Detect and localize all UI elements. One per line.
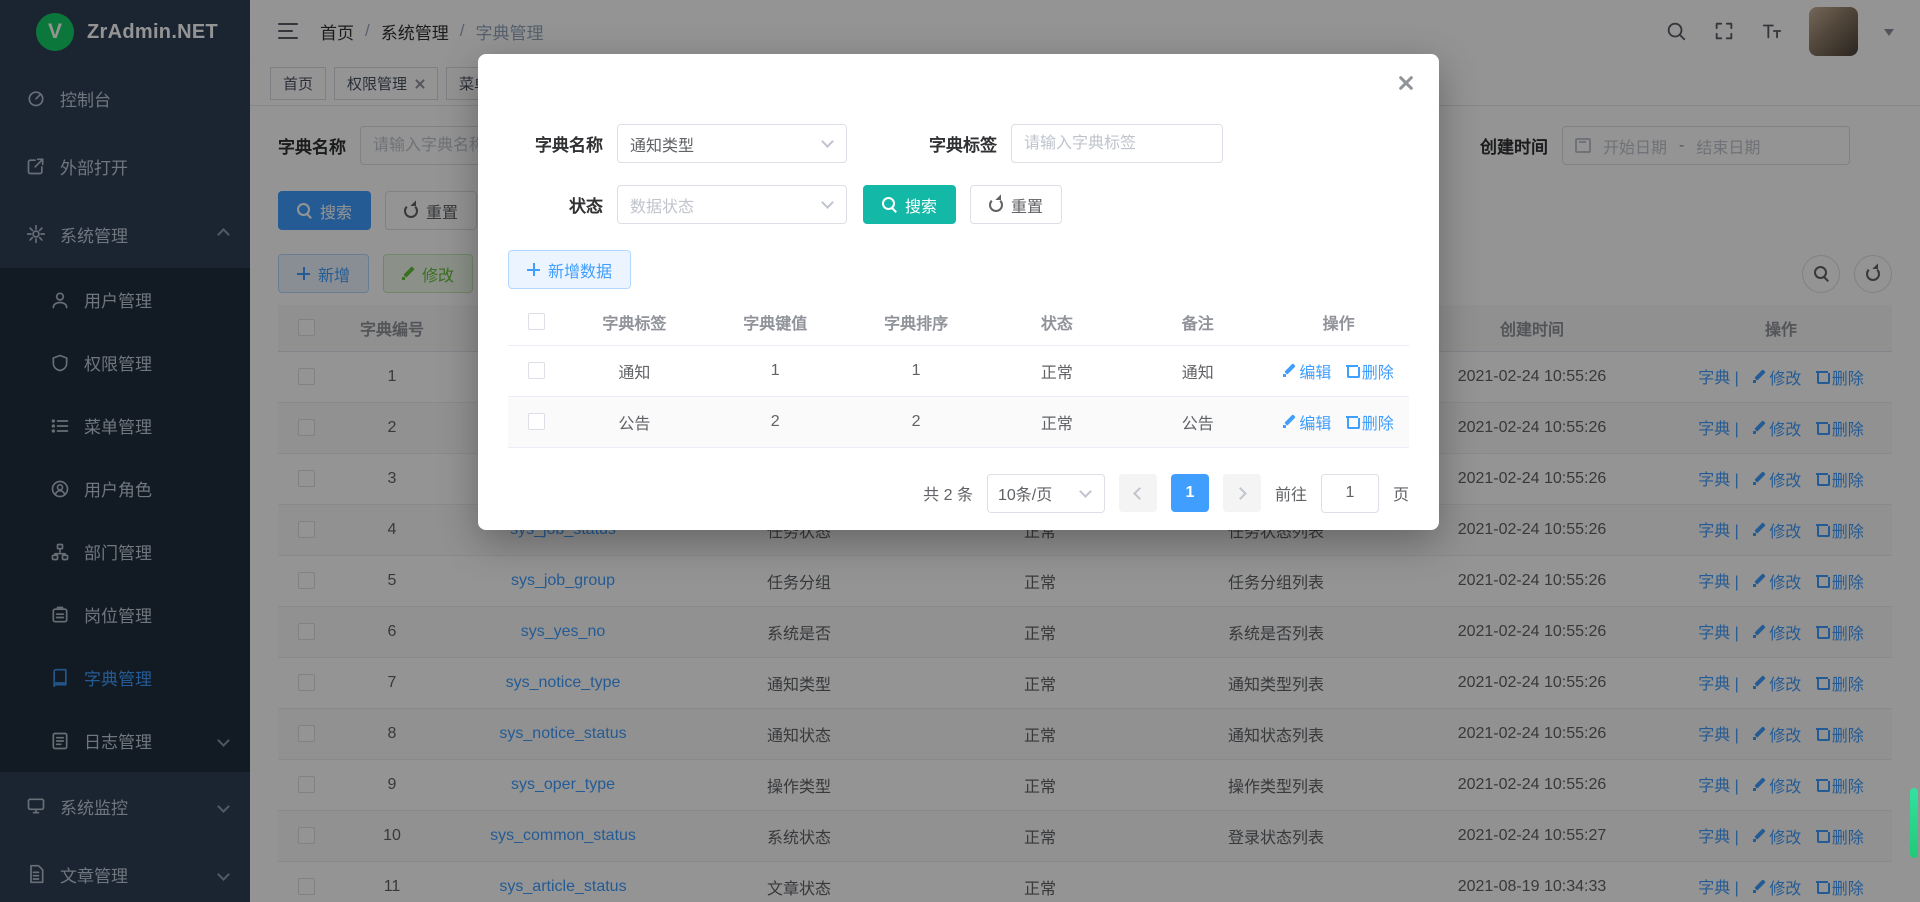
header-status: 状态 — [986, 299, 1127, 345]
goto-label: 前往 — [1275, 481, 1307, 505]
modal-form-buttons: 搜索 重置 — [863, 185, 1062, 224]
trash-icon — [1346, 415, 1358, 428]
page-size-value: 10条/页 — [998, 481, 1052, 505]
select-all-header — [508, 299, 564, 345]
edit-link[interactable]: 编辑 — [1283, 359, 1331, 383]
edit-icon — [1283, 364, 1295, 377]
dict-label-input[interactable] — [1011, 124, 1223, 163]
page-size-select[interactable]: 10条/页 — [987, 474, 1105, 513]
modal-form-row-2: 状态 数据状态 搜索 重置 — [508, 185, 1409, 224]
edit-icon — [1283, 415, 1295, 428]
page-1-button[interactable]: 1 — [1171, 474, 1209, 512]
dict-name-select[interactable]: 通知类型 — [617, 124, 847, 163]
modal-table-row: 公告 2 2 正常 公告 编辑 删除 — [508, 396, 1409, 447]
cell-actions: 编辑 删除 — [1268, 345, 1409, 396]
chevron-down-icon — [821, 135, 834, 148]
trash-icon — [1346, 364, 1358, 377]
cell-remark: 通知 — [1127, 345, 1268, 396]
dict-data-dialog: 字典名称 通知类型 字典标签 状态 数据状态 搜索 重置 新增数据 — [478, 54, 1439, 530]
modal-toolbar: 新增数据 — [508, 250, 1409, 289]
cell-dict-sort: 2 — [846, 396, 987, 447]
dict-name-select-value: 通知类型 — [630, 132, 694, 156]
refresh-icon — [989, 198, 1003, 212]
chevron-right-icon — [1234, 487, 1247, 500]
cell-dict-value: 2 — [705, 396, 846, 447]
dict-label-label: 字典标签 — [847, 131, 997, 156]
prev-page-button[interactable] — [1119, 474, 1157, 512]
header-dict-value: 字典键值 — [705, 299, 846, 345]
modal-reset-label: 重置 — [1011, 193, 1043, 217]
dict-name-label: 字典名称 — [508, 131, 603, 156]
row-checkbox[interactable] — [528, 413, 545, 430]
modal-search-button[interactable]: 搜索 — [863, 185, 956, 224]
header-dict-label: 字典标签 — [564, 299, 705, 345]
modal-table-header-row: 字典标签 字典键值 字典排序 状态 备注 操作 — [508, 299, 1409, 345]
header-dict-sort: 字典排序 — [846, 299, 987, 345]
cell-dict-label: 通知 — [564, 345, 705, 396]
cell-actions: 编辑 删除 — [1268, 396, 1409, 447]
cell-dict-value: 1 — [705, 345, 846, 396]
page-unit-label: 页 — [1393, 481, 1409, 505]
cell-remark: 公告 — [1127, 396, 1268, 447]
select-all-checkbox[interactable] — [528, 313, 545, 330]
delete-link[interactable]: 删除 — [1346, 410, 1394, 434]
cell-status: 正常 — [986, 345, 1127, 396]
goto-page-input[interactable] — [1321, 474, 1379, 513]
status-select-placeholder: 数据状态 — [630, 193, 694, 217]
page-number: 1 — [1186, 484, 1195, 502]
search-icon — [882, 197, 897, 212]
chevron-down-icon — [821, 196, 834, 209]
next-page-button[interactable] — [1223, 474, 1261, 512]
chevron-down-icon — [1079, 485, 1092, 498]
status-label: 状态 — [508, 192, 603, 217]
modal-table-row: 通知 1 1 正常 通知 编辑 删除 — [508, 345, 1409, 396]
pagination-total: 共 2 条 — [923, 481, 973, 505]
plus-icon — [527, 263, 540, 276]
modal-search-label: 搜索 — [905, 193, 937, 217]
cell-dict-sort: 1 — [846, 345, 987, 396]
cell-status: 正常 — [986, 396, 1127, 447]
row-checkbox[interactable] — [528, 362, 545, 379]
scrollbar-thumb[interactable] — [1910, 788, 1918, 858]
dict-data-table: 字典标签 字典键值 字典排序 状态 备注 操作 通知 1 1 正常 通知 编辑 … — [508, 299, 1409, 448]
status-select[interactable]: 数据状态 — [617, 185, 847, 224]
delete-link[interactable]: 删除 — [1346, 359, 1394, 383]
pagination: 共 2 条 10条/页 1 前往 页 — [508, 474, 1409, 513]
modal-form-row-1: 字典名称 通知类型 字典标签 — [508, 124, 1409, 163]
add-data-label: 新增数据 — [548, 258, 612, 282]
cell-dict-label: 公告 — [564, 396, 705, 447]
header-actions: 操作 — [1268, 299, 1409, 345]
chevron-left-icon — [1133, 487, 1146, 500]
add-data-button[interactable]: 新增数据 — [508, 250, 631, 289]
close-icon[interactable] — [1399, 76, 1414, 91]
modal-reset-button[interactable]: 重置 — [970, 185, 1062, 224]
edit-link[interactable]: 编辑 — [1283, 410, 1331, 434]
header-remark: 备注 — [1127, 299, 1268, 345]
